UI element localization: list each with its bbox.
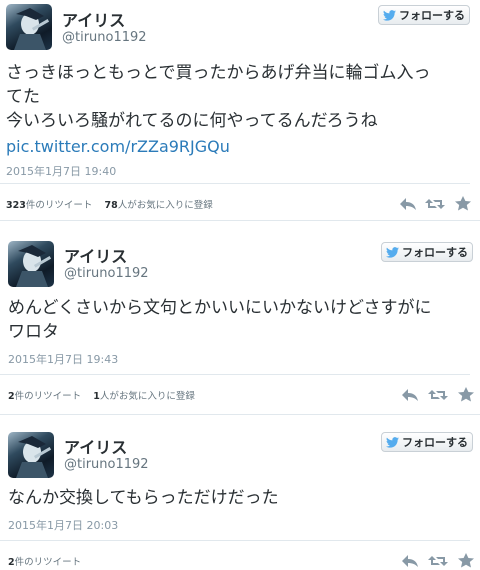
tweet-separator: [0, 414, 480, 415]
user-handle[interactable]: @tiruno1192: [64, 266, 149, 281]
follow-button[interactable]: フォローする: [378, 5, 470, 25]
reply-icon[interactable]: [400, 553, 420, 569]
twitter-bird-icon: [386, 436, 399, 448]
retweet-icon[interactable]: [425, 196, 445, 212]
reply-icon[interactable]: [398, 196, 418, 212]
user-handle[interactable]: @tiruno1192: [62, 30, 147, 45]
retweet-label[interactable]: 件のリツイート: [26, 200, 93, 211]
avatar[interactable]: [6, 4, 52, 50]
tweet-text-line: 今いろいろ騒がれてるのに何やってるんだろうね: [6, 111, 378, 131]
timestamp[interactable]: 2015年1月7日 20:03: [8, 517, 118, 533]
tweet-text-line: なんか交換してもらっただけだった: [8, 488, 279, 508]
retweet-icon[interactable]: [428, 387, 448, 403]
tweet-stats: 2件のリツイート 1人がお気に入りに登録: [8, 388, 195, 402]
tweet-text: なんか交換してもらっただけだった: [8, 486, 478, 510]
avatar[interactable]: [8, 241, 54, 287]
user-name[interactable]: アイリス: [64, 434, 127, 458]
divider: [0, 540, 470, 541]
tweet-2: アイリス @tiruno1192 フォローする めんどくさいから文句とかいいにい…: [0, 230, 480, 410]
favorite-star-icon[interactable]: [456, 552, 476, 568]
timestamp[interactable]: 2015年1月7日 19:40: [6, 163, 116, 179]
favorite-star-icon[interactable]: [456, 386, 476, 402]
retweet-icon[interactable]: [428, 553, 448, 569]
avatar-image: [14, 8, 50, 50]
tweet-1: アイリス @tiruno1192 フォローする さっきほっともっとで買ったからあ…: [0, 0, 480, 220]
twitter-bird-icon: [383, 9, 396, 21]
follow-button-label: フォローする: [399, 9, 465, 22]
tweet-text-line: ワロタ: [8, 322, 59, 342]
favorite-label[interactable]: 人がお気に入りに登録: [118, 200, 213, 211]
media-link[interactable]: pic.twitter.com/rZZa9RJGQu: [6, 137, 230, 156]
retweet-count[interactable]: 2: [8, 557, 15, 568]
user-name[interactable]: アイリス: [62, 7, 125, 31]
follow-button[interactable]: フォローする: [381, 432, 473, 452]
tweet-3: アイリス @tiruno1192 フォローする なんか交換してもらっただけだった…: [0, 422, 480, 570]
user-handle[interactable]: @tiruno1192: [64, 457, 149, 472]
follow-button[interactable]: フォローする: [381, 242, 473, 262]
avatar-image: [16, 245, 52, 287]
tweet-text: めんどくさいから文句とかいいにいかないけどさすがに ワロタ: [8, 296, 478, 344]
divider: [0, 183, 470, 184]
tweet-stats: 2件のリツイート: [8, 554, 81, 568]
tweet-text-line: さっきほっともっとで買ったからあげ弁当に輪ゴム入っ: [6, 63, 431, 83]
favorite-label[interactable]: 人がお気に入りに登録: [100, 391, 195, 402]
tweet-text-line: てた: [6, 87, 40, 107]
avatar-image: [16, 436, 52, 478]
tweet-separator: [0, 220, 480, 221]
retweet-label[interactable]: 件のリツイート: [15, 557, 82, 568]
follow-button-label: フォローする: [402, 436, 468, 449]
tweet-text: さっきほっともっとで買ったからあげ弁当に輪ゴム入っ てた 今いろいろ騒がれてるの…: [6, 61, 476, 133]
tweet-stats: 323件のリツイート 78人がお気に入りに登録: [6, 197, 213, 211]
retweet-label[interactable]: 件のリツイート: [15, 391, 82, 402]
retweet-count[interactable]: 2: [8, 391, 15, 402]
favorite-count[interactable]: 1: [93, 391, 100, 402]
twitter-bird-icon: [386, 246, 399, 258]
favorite-count[interactable]: 78: [104, 200, 117, 211]
divider: [0, 374, 470, 375]
tweet-text-line: めんどくさいから文句とかいいにいかないけどさすがに: [8, 298, 432, 318]
favorite-star-icon[interactable]: [453, 195, 473, 211]
user-name[interactable]: アイリス: [64, 243, 127, 267]
retweet-count[interactable]: 323: [6, 200, 26, 211]
reply-icon[interactable]: [400, 387, 420, 403]
avatar[interactable]: [8, 432, 54, 478]
timestamp[interactable]: 2015年1月7日 19:43: [8, 351, 118, 367]
follow-button-label: フォローする: [402, 246, 468, 259]
